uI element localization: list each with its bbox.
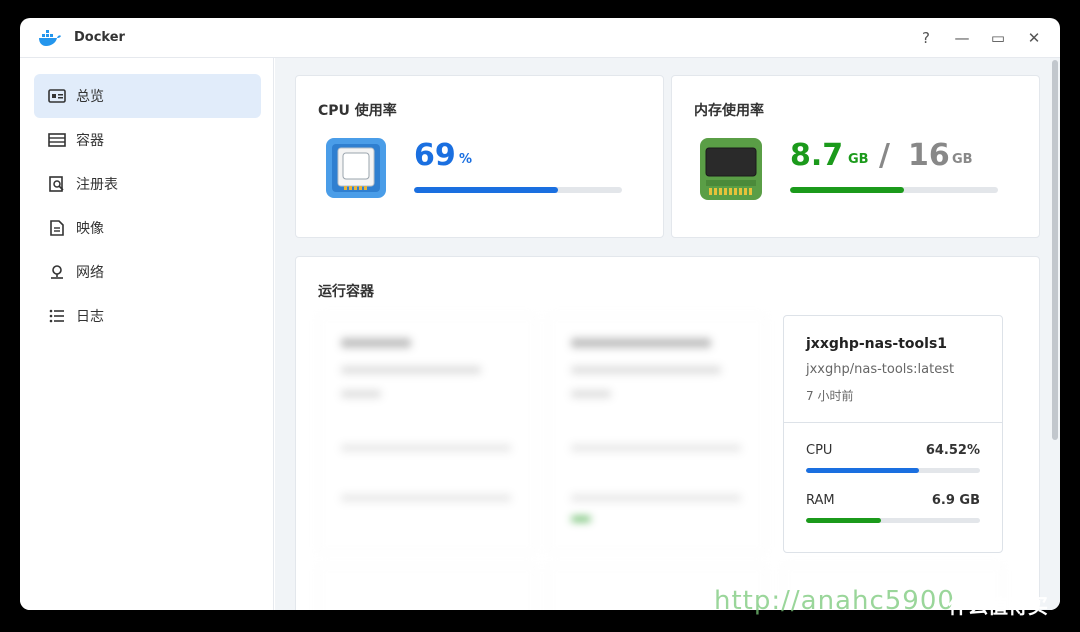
running-containers-card: 运行容器 jxxghp-nas-tools1 jxxghp/nas-tools:… bbox=[295, 256, 1040, 610]
running-containers-title: 运行容器 bbox=[318, 284, 374, 300]
divider bbox=[784, 422, 1002, 423]
memory-progress-bar bbox=[790, 187, 998, 193]
container-ram-label: RAM bbox=[806, 493, 835, 508]
watermark-url: http://anahc5900 bbox=[714, 586, 955, 616]
memory-used-value: 8.7 bbox=[790, 138, 844, 173]
container-name[interactable]: jxxghp-nas-tools1 bbox=[806, 336, 947, 352]
sidebar-item-label: 映像 bbox=[76, 221, 104, 237]
cpu-progress-fill bbox=[414, 187, 558, 193]
container-ram-fill bbox=[806, 518, 881, 523]
container-card-blurred[interactable] bbox=[318, 315, 536, 553]
container-uptime: 7 小时前 bbox=[806, 389, 854, 403]
sidebar-item-container[interactable]: 容器 bbox=[34, 118, 261, 162]
scrollbar[interactable] bbox=[1050, 58, 1060, 610]
sidebar-item-network[interactable]: 网络 bbox=[34, 250, 261, 294]
docker-logo-icon bbox=[38, 29, 62, 47]
cpu-card-title: CPU 使用率 bbox=[318, 103, 397, 119]
sidebar-item-label: 日志 bbox=[76, 309, 104, 325]
container-cpu-label: CPU bbox=[806, 443, 833, 458]
registry-icon bbox=[48, 175, 66, 193]
sidebar-item-label: 注册表 bbox=[76, 177, 118, 193]
container-icon bbox=[48, 131, 66, 149]
memory-progress-fill bbox=[790, 187, 905, 193]
sidebar-item-label: 网络 bbox=[76, 265, 104, 281]
sidebar-item-label: 容器 bbox=[76, 133, 104, 149]
window-controls: ? — ▭ ✕ bbox=[918, 30, 1042, 46]
cpu-progress-bar bbox=[414, 187, 622, 193]
container-cpu-bar bbox=[806, 468, 980, 473]
container-card[interactable]: jxxghp-nas-tools1 jxxghp/nas-tools:lates… bbox=[783, 315, 1003, 553]
sidebar: 总览 容器 注册表 映像 网络 日志 bbox=[20, 58, 274, 610]
main-content: CPU 使用率 69 % 内存使用率 8.7 GB / 16 GB 运行容器 j… bbox=[275, 58, 1060, 610]
memory-module-icon bbox=[698, 136, 764, 202]
close-button[interactable]: ✕ bbox=[1026, 30, 1042, 46]
memory-total-unit: GB bbox=[952, 152, 973, 167]
container-ram-value: 6.9 GB bbox=[931, 493, 980, 508]
sidebar-item-log[interactable]: 日志 bbox=[34, 294, 261, 338]
container-cpu-fill bbox=[806, 468, 920, 473]
container-image: jxxghp/nas-tools:latest bbox=[806, 362, 955, 377]
memory-separator: / bbox=[879, 138, 890, 173]
image-icon bbox=[48, 219, 66, 237]
memory-used-unit: GB bbox=[848, 152, 869, 167]
scrollbar-thumb[interactable] bbox=[1052, 60, 1058, 440]
container-cpu-value: 64.52% bbox=[925, 443, 980, 458]
window-title: Docker bbox=[74, 30, 125, 45]
sidebar-item-overview[interactable]: 总览 bbox=[34, 74, 261, 118]
cpu-usage-card: CPU 使用率 69 % bbox=[295, 75, 664, 238]
maximize-button[interactable]: ▭ bbox=[990, 30, 1006, 46]
container-ram-bar bbox=[806, 518, 980, 523]
cpu-value: 69 bbox=[414, 138, 456, 173]
container-card-blurred[interactable] bbox=[318, 565, 536, 610]
sidebar-item-label: 总览 bbox=[76, 89, 104, 105]
memory-usage-card: 内存使用率 8.7 GB / 16 GB bbox=[671, 75, 1040, 238]
title-bar: Docker ? — ▭ ✕ bbox=[20, 18, 1060, 58]
network-icon bbox=[48, 263, 66, 281]
log-icon bbox=[48, 307, 66, 325]
memory-total-value: 16 bbox=[908, 138, 950, 173]
docker-window: Docker ? — ▭ ✕ 总览 容器 注册表 映像 网络 日志 CPU 使用… bbox=[20, 18, 1060, 610]
watermark-site: 什么值得买 bbox=[948, 594, 1048, 618]
minimize-button[interactable]: — bbox=[954, 30, 970, 46]
cpu-unit: % bbox=[459, 152, 473, 167]
sidebar-item-image[interactable]: 映像 bbox=[34, 206, 261, 250]
container-card-blurred[interactable] bbox=[548, 315, 766, 553]
overview-icon bbox=[48, 87, 66, 105]
help-button[interactable]: ? bbox=[918, 30, 934, 46]
cpu-chip-icon bbox=[324, 136, 388, 200]
memory-card-title: 内存使用率 bbox=[694, 103, 764, 119]
sidebar-item-registry[interactable]: 注册表 bbox=[34, 162, 261, 206]
